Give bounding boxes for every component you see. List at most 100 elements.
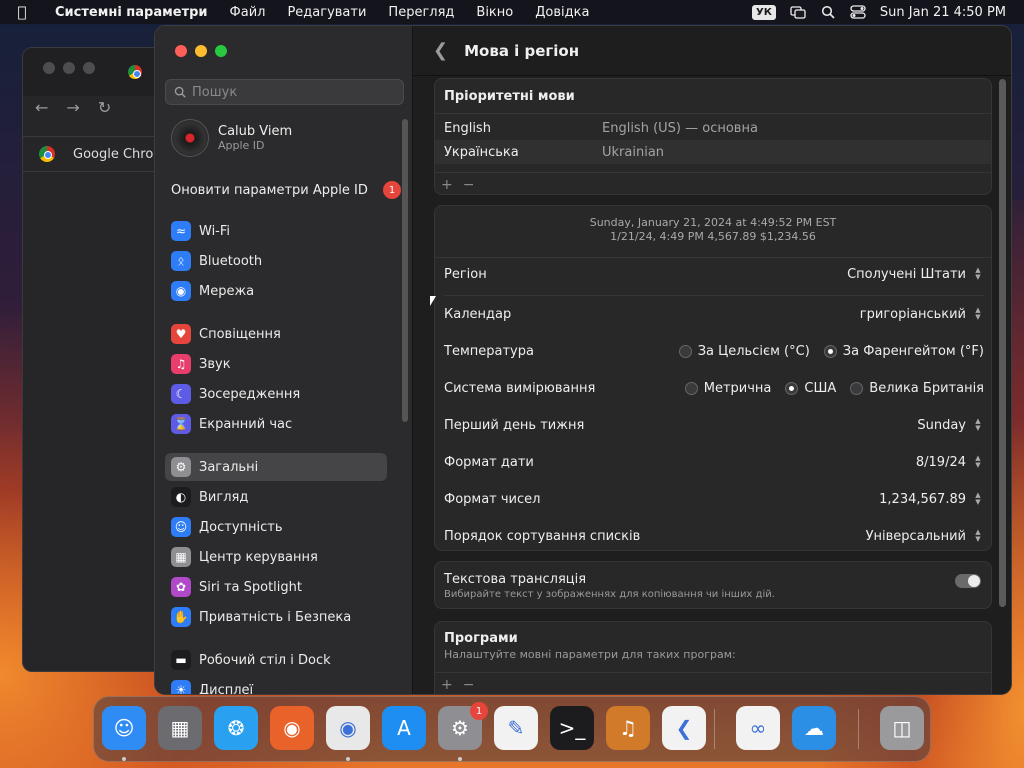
sidebar-item[interactable]: ▦ Центр керування [165,543,387,571]
zoom-button[interactable] [215,45,227,57]
vscode-icon[interactable]: ❮ [662,706,706,750]
number-format-label: Формат чисел [444,491,541,507]
menu-view[interactable]: Перегляд [377,5,465,20]
hourglass-icon: ⌛ [171,414,191,434]
radio-label: За Фаренгейтом (°F) [842,343,984,359]
updown-chevron-icon: ▲ ▼ [975,417,981,432]
apple-id-profile[interactable]: Calub Viem Apple ID [171,119,292,157]
region-row: Регіон Сполучені Штати ▲ ▼ [444,264,984,284]
weather-icon[interactable]: ☁ [792,706,836,750]
visual-studio-icon[interactable]: ∞ [736,706,780,750]
back-chevron-icon[interactable]: ❮ [433,40,448,61]
close-button[interactable] [175,45,187,57]
launchpad-icon[interactable]: ▦ [158,706,202,750]
menu-window[interactable]: Вікно [465,5,524,20]
chrome-tab-title[interactable]: Google Chrom [73,147,166,162]
bluetooth-icon: ᛟ [171,251,191,271]
date-format-value: 8/19/24 [915,454,966,470]
region-popup[interactable]: Сполучені Штати ▲ ▼ [847,267,984,282]
reload-icon[interactable]: ↻ [98,98,111,117]
dock-separator [858,709,859,749]
add-app-button[interactable]: + [441,677,453,693]
sidebar-item-label: Звук [199,356,231,372]
live-text-toggle[interactable] [955,574,981,588]
garageband-icon[interactable]: ♫ [606,706,650,750]
firefox-icon[interactable]: ◉ [270,706,314,750]
chrome-tab-icon[interactable] [128,65,142,79]
number-format-popup[interactable]: 1,234,567.89 ▲ ▼ [879,492,984,507]
chrome-icon[interactable]: ◉ [326,706,370,750]
date-format-row: Формат дати 8/19/24 ▲ ▼ [444,452,984,472]
content-pane: ❮ Мова і регіон Пріоритетні мови English… [413,26,1011,694]
update-label: Оновити параметри Apple ID [171,182,368,198]
menu-help[interactable]: Довідка [524,5,600,20]
sidebar-item[interactable]: ☾ Зосередження [165,380,387,408]
screen-mirroring-icon[interactable] [790,5,806,19]
chrome-minimize-button[interactable] [63,62,75,74]
language-row-ukrainian[interactable]: Українська Ukrainian [435,140,991,164]
add-language-button[interactable]: + [441,177,453,193]
input-source-indicator[interactable]: УК [752,4,776,20]
language-name: English [444,120,491,136]
window-controls [175,45,227,57]
sidebar-item[interactable]: ☀ Дисплеї [165,676,387,694]
radio-fahrenheit[interactable]: За Фаренгейтом (°F) [823,343,984,359]
menu-edit[interactable]: Редагувати [276,5,377,20]
sidebar-item[interactable]: ⌛ Екранний час [165,410,387,438]
sidebar-item[interactable]: ◐ Вигляд [165,483,387,511]
hand-icon: ✋ [171,607,191,627]
menu-clock[interactable]: Sun Jan 21 4:50 PM [880,5,1006,20]
sidebar-item[interactable]: ᛟ Bluetooth [165,247,387,275]
chrome-zoom-button[interactable] [83,62,95,74]
textedit-icon[interactable]: ✎ [494,706,538,750]
terminal-icon[interactable]: >_ [550,706,594,750]
trash-icon[interactable]: ◫ [880,706,924,750]
apple-menu-icon[interactable]:  [0,3,44,21]
radio-celsius[interactable]: За Цельсієм (°C) [678,344,810,359]
minimize-button[interactable] [195,45,207,57]
radio-metric[interactable]: Метрична [684,381,771,396]
back-arrow-icon[interactable]: ← [35,98,48,117]
sidebar-item[interactable]: ⚙ Загальні [165,453,387,481]
spotlight-search-icon[interactable] [820,5,836,19]
calendar-popup[interactable]: григоріанський ▲ ▼ [860,307,984,322]
sidebar-item[interactable]: ♫ Звук [165,350,387,378]
date-format-popup[interactable]: 8/19/24 ▲ ▼ [916,455,984,470]
finder-icon[interactable]: ☺ [102,706,146,750]
apps-title: Програми [444,631,518,646]
content-scrollbar[interactable] [999,79,1006,607]
control-center-icon[interactable] [850,5,866,19]
search-field[interactable]: Пошук [165,79,404,105]
apps-card: Програми Налаштуйте мовні параметри для … [434,621,992,694]
preferred-languages-card: Пріоритетні мови English English (US) — … [434,78,992,195]
update-apple-id-item[interactable]: Оновити параметри Apple ID 1 [171,181,401,199]
desktop-icon: ▬ [171,650,191,670]
sidebar-scrollbar[interactable] [402,119,408,422]
sidebar-item[interactable]: ◉ Мережа [165,277,387,305]
language-row-english[interactable]: English English (US) — основна [435,116,991,140]
updown-chevron-icon: ▲ ▼ [975,306,981,321]
sidebar-item[interactable]: ✋ Приватність і Безпека [165,603,387,631]
radio-uk[interactable]: Велика Британія [850,381,984,396]
sidebar-item[interactable]: ✿ Siri та Spotlight [165,573,387,601]
radio-us[interactable]: США [785,381,836,396]
sidebar-item[interactable]: ♥ Сповіщення [165,320,387,348]
remove-app-button[interactable]: − [463,677,475,693]
menu-file[interactable]: Файл [219,5,277,20]
remove-language-button[interactable]: − [463,177,475,193]
safari-icon[interactable]: ❂ [214,706,258,750]
running-indicator [122,757,126,761]
sidebar-item[interactable]: ☺ Доступність [165,513,387,541]
calendar-label: Календар [444,306,512,322]
sidebar-item[interactable]: ▬ Робочий стіл і Dock [165,646,387,674]
forward-arrow-icon[interactable]: → [66,98,79,117]
chrome-close-button[interactable] [43,62,55,74]
system-settings-icon[interactable]: ⚙ 1 [438,702,488,750]
sort-order-popup[interactable]: Універсальний ▲ ▼ [866,529,984,544]
region-value: Сполучені Штати [847,266,966,282]
menu-app-name[interactable]: Системні параметри [44,5,219,20]
app-store-icon[interactable]: A [382,706,426,750]
sidebar-item[interactable]: ≈ Wi-Fi [165,217,387,245]
preferred-languages-title: Пріоритетні мови [444,89,575,104]
first-day-popup[interactable]: Sunday ▲ ▼ [917,418,984,433]
